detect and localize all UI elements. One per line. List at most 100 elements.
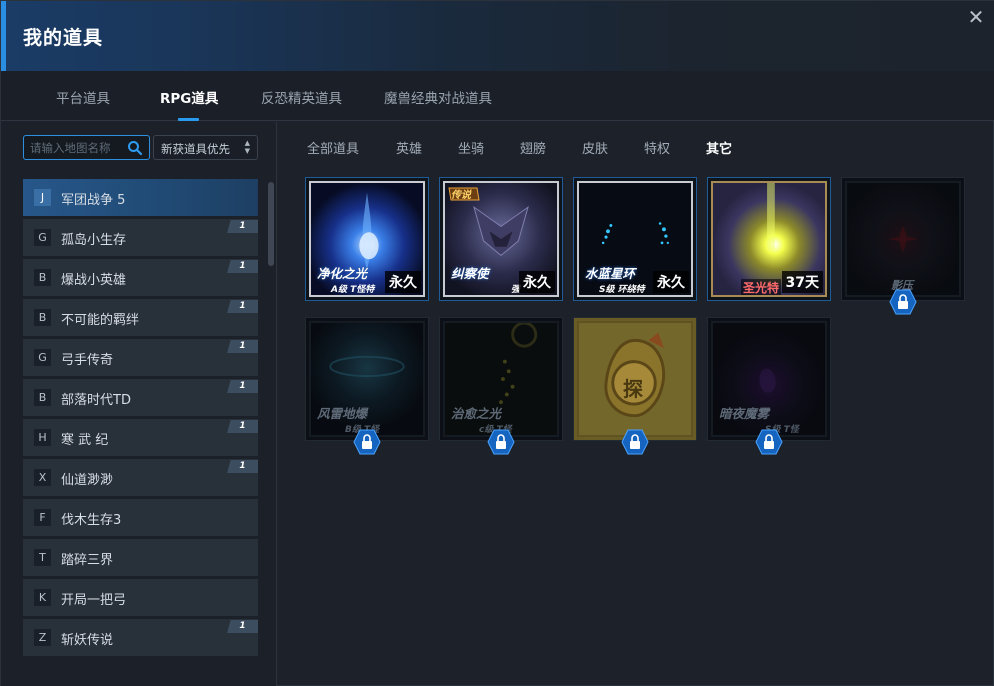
- item-grade: S级 环绕特: [599, 285, 645, 295]
- list-item[interactable]: H 寒 武 纪 1: [23, 419, 258, 456]
- list-item[interactable]: G 孤岛小生存 1: [23, 219, 258, 256]
- map-letter: B: [34, 269, 51, 286]
- list-item[interactable]: B 部落时代TD 1: [23, 379, 258, 416]
- search-input[interactable]: [30, 139, 128, 157]
- map-letter: H: [34, 429, 51, 446]
- item-card-inspector[interactable]: 传说 纠察使 强 永久: [439, 177, 563, 301]
- map-name: 不可能的羁绊: [61, 313, 140, 328]
- item-name: 圣光特: [741, 279, 782, 295]
- tab-warcraft-items[interactable]: 魔兽经典对战道具: [384, 87, 492, 107]
- item-name: 水蓝星环: [585, 266, 636, 281]
- list-item[interactable]: B 不可能的羁绊 1: [23, 299, 258, 336]
- sort-select[interactable]: 新获道具优先 ▲ ▼: [153, 135, 258, 160]
- tab-all-items[interactable]: 全部道具: [307, 138, 359, 157]
- map-panel: 新获道具优先 ▲▼ J 军团战争 5 G 孤岛小生存 1 B 爆战小英雄 1 B…: [1, 122, 277, 686]
- item-duration: 永久: [519, 271, 555, 293]
- map-letter: G: [34, 229, 51, 246]
- new-count-badge: 1: [227, 220, 258, 233]
- sort-arrows-icon: ▲ ▼: [244, 139, 250, 155]
- new-count-badge: 1: [227, 460, 258, 473]
- map-name: 军团战争 5: [61, 193, 126, 208]
- tab-privilege[interactable]: 特权: [644, 138, 670, 157]
- list-item[interactable]: B 爆战小英雄 1: [23, 259, 258, 296]
- search-icon[interactable]: [127, 140, 143, 156]
- map-letter: B: [34, 389, 51, 406]
- item-card-water-ring[interactable]: 水蓝星环 S级 环绕特 永久: [573, 177, 697, 301]
- map-name: 踏碎三界: [61, 553, 114, 568]
- item-card-holy-light[interactable]: 圣光特 37天: [707, 177, 831, 301]
- item-duration: 37天: [781, 271, 823, 293]
- item-grade: A级 T怪特: [331, 285, 375, 295]
- new-count-badge: 1: [227, 340, 258, 353]
- tab-skin[interactable]: 皮肤: [582, 138, 608, 157]
- tab-cs-items[interactable]: 反恐精英道具: [261, 87, 342, 107]
- tab-mount[interactable]: 坐骑: [458, 138, 484, 157]
- list-item[interactable]: T 踏碎三界: [23, 539, 258, 576]
- item-card-shadow-press[interactable]: 影压: [841, 177, 965, 315]
- lock-icon: [755, 429, 783, 455]
- new-count-badge: 1: [227, 620, 258, 633]
- list-item[interactable]: G 弓手传奇 1: [23, 339, 258, 376]
- window-header: 我的道具 ✕: [1, 1, 994, 71]
- map-letter: F: [34, 509, 51, 526]
- item-card-purify-light[interactable]: 净化之光 A级 T怪特 永久: [305, 177, 429, 301]
- my-items-window: 我的道具 ✕ 平台道具 RPG道具 反恐精英道具 魔兽经典对战道具 新获道具优先…: [0, 0, 994, 686]
- main-tabs: 平台道具 RPG道具 反恐精英道具 魔兽经典对战道具: [1, 71, 994, 121]
- map-name: 寒 武 纪: [61, 433, 109, 448]
- map-letter: B: [34, 309, 51, 326]
- map-letter: K: [34, 589, 51, 606]
- window-title: 我的道具: [23, 27, 104, 49]
- tab-rpg-items[interactable]: RPG道具: [160, 87, 218, 107]
- item-name: 风雷地爆: [317, 406, 368, 421]
- map-item-junttuan[interactable]: J 军团战争 5: [23, 179, 258, 216]
- item-card-probe[interactable]: 探: [573, 317, 697, 455]
- active-tab-indicator: [178, 118, 199, 121]
- item-name: 探: [623, 377, 643, 401]
- map-name: 爆战小英雄: [61, 273, 127, 288]
- map-list: J 军团战争 5 G 孤岛小生存 1 B 爆战小英雄 1 B 不可能的羁绊 1 …: [23, 179, 258, 659]
- map-letter: T: [34, 549, 51, 566]
- map-letter: X: [34, 469, 51, 486]
- lock-icon: [487, 429, 515, 455]
- sort-selected-label: 新获道具优先: [161, 142, 230, 156]
- item-name: 纠察使: [451, 266, 489, 281]
- item-name: 治愈之光: [451, 406, 502, 421]
- item-name: 净化之光: [317, 266, 368, 281]
- map-letter: J: [34, 189, 51, 206]
- item-name: 暗夜魔雾: [719, 406, 770, 421]
- map-list-scrollbar[interactable]: [268, 182, 274, 266]
- list-item[interactable]: F 伐木生存3: [23, 499, 258, 536]
- category-tabs: 全部道具 英雄 坐骑 翅膀 皮肤 特权 其它: [278, 122, 994, 172]
- new-count-badge: 1: [227, 420, 258, 433]
- map-name: 弓手传奇: [61, 353, 114, 368]
- close-icon[interactable]: ✕: [965, 7, 987, 29]
- map-name: 孤岛小生存: [61, 233, 127, 248]
- map-letter: Z: [34, 629, 51, 646]
- new-count-badge: 1: [227, 380, 258, 393]
- list-item[interactable]: X 仙道渺渺 1: [23, 459, 258, 496]
- tab-hero[interactable]: 英雄: [396, 138, 422, 157]
- new-count-badge: 1: [227, 260, 258, 273]
- list-item[interactable]: K 开局一把弓: [23, 579, 258, 616]
- header-accent-bar: [1, 1, 6, 71]
- tab-other[interactable]: 其它: [706, 138, 732, 157]
- item-card-healing-light[interactable]: 治愈之光 c级 T怪: [439, 317, 563, 455]
- map-letter: G: [34, 349, 51, 366]
- item-card-wind-thunder[interactable]: 风雷地爆 B级 T怪: [305, 317, 429, 455]
- new-count-badge: 1: [227, 300, 258, 313]
- item-duration: 永久: [653, 271, 689, 293]
- lock-icon: [889, 289, 917, 315]
- map-name: 开局一把弓: [61, 593, 127, 608]
- list-item[interactable]: Z 斩妖传说 1: [23, 619, 258, 656]
- tab-wings[interactable]: 翅膀: [520, 138, 546, 157]
- map-name: 斩妖传说: [61, 633, 114, 648]
- search-box: [23, 135, 150, 160]
- lock-icon: [353, 429, 381, 455]
- lock-icon: [621, 429, 649, 455]
- map-name: 仙道渺渺: [61, 473, 114, 488]
- map-name: 伐木生存3: [61, 513, 122, 528]
- item-card-dark-mist[interactable]: 暗夜魔雾 S级 T怪: [707, 317, 831, 455]
- item-tag: 传说: [451, 190, 471, 201]
- tab-platform-items[interactable]: 平台道具: [56, 87, 110, 107]
- item-duration: 永久: [385, 271, 421, 293]
